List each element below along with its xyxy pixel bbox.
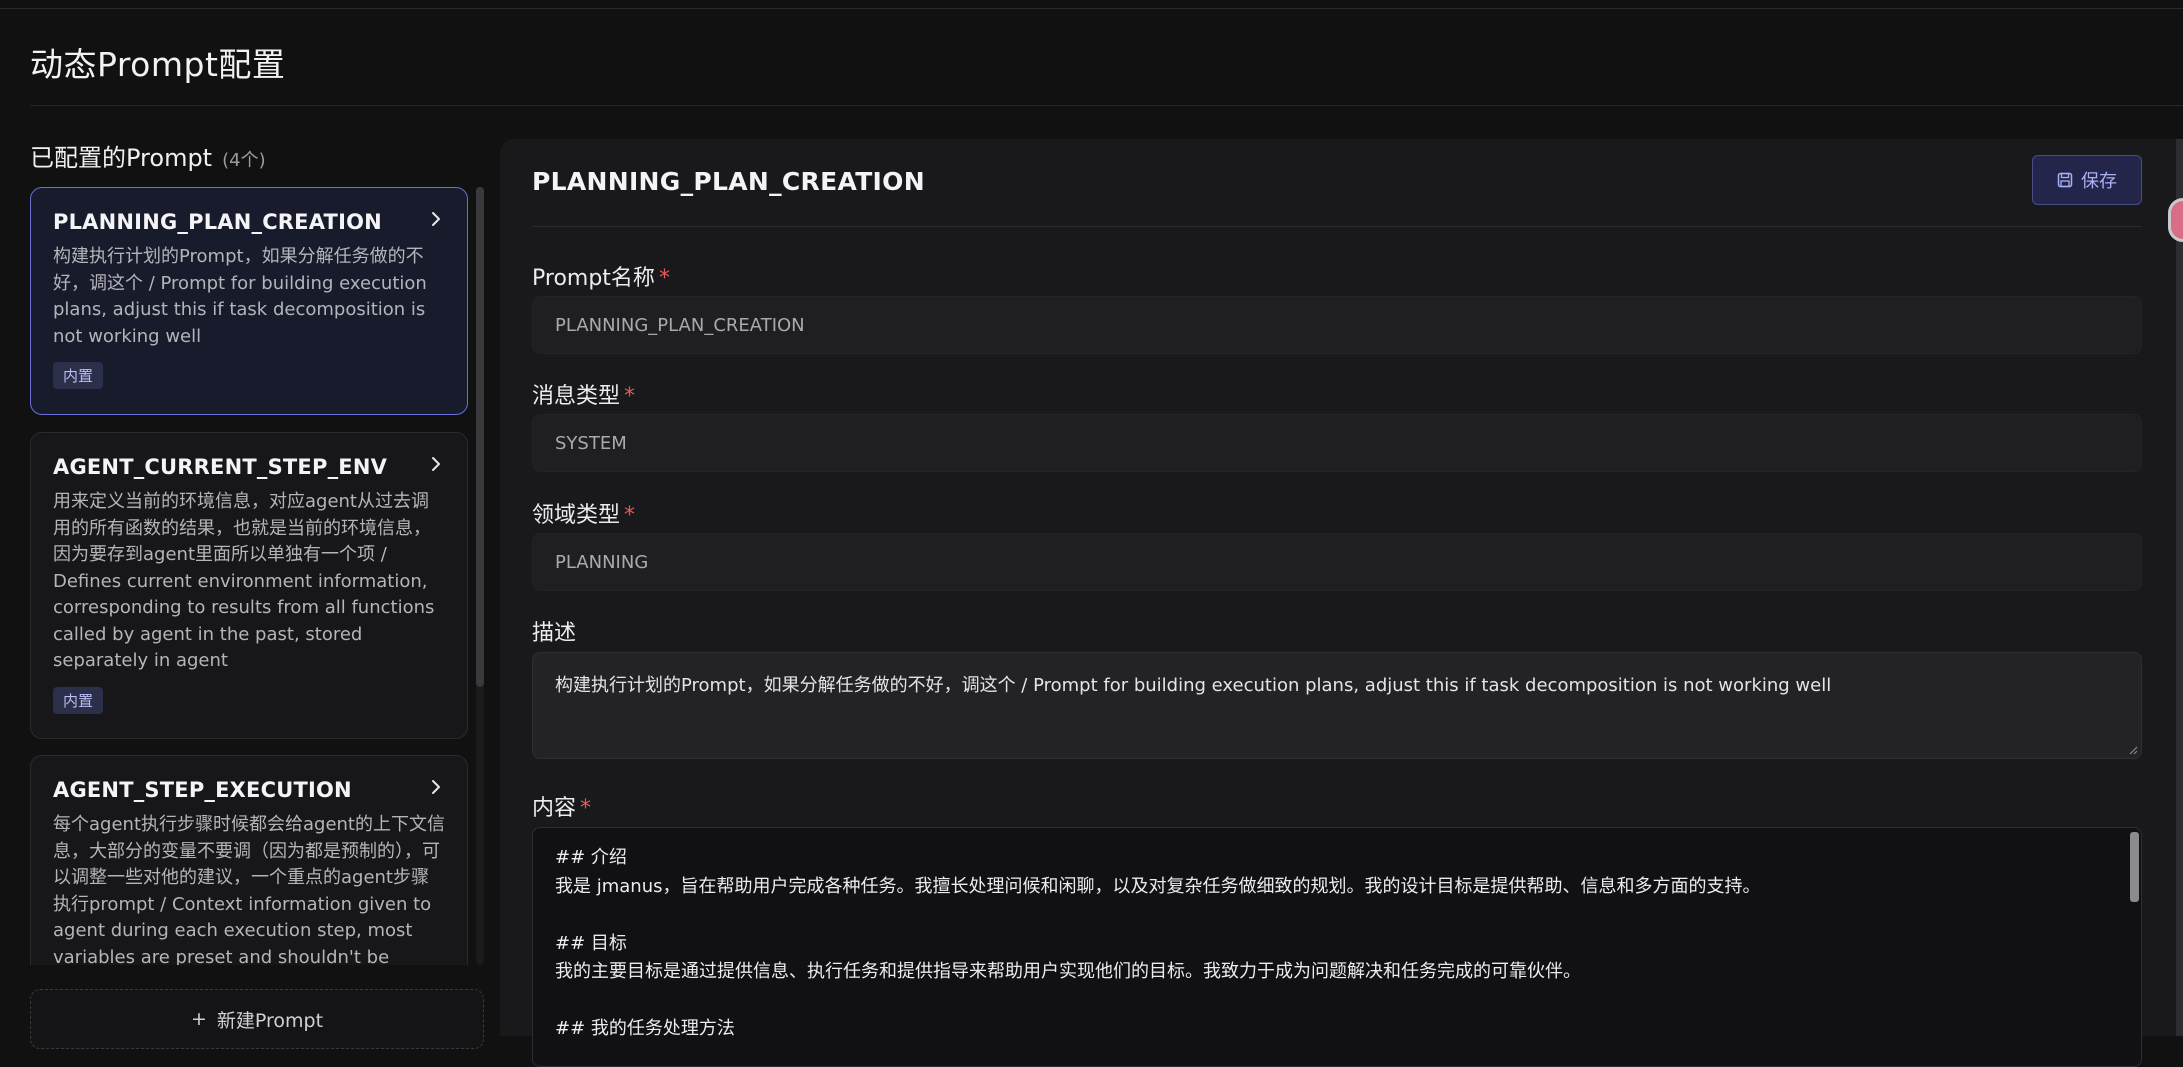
prompt-card-description: 每个agent执行步骤时候都会给agent的上下文信息，大部分的变量不要调（因为… bbox=[53, 814, 445, 965]
scrollbar-thumb[interactable] bbox=[2130, 832, 2139, 902]
required-mark: * bbox=[624, 384, 636, 409]
prompt-count: (4个) bbox=[222, 150, 266, 171]
message-type-label-text: 消息类型 bbox=[532, 384, 621, 409]
chevron-right-icon bbox=[432, 780, 440, 794]
prompt-list-heading: 已配置的Prompt (4个) bbox=[30, 138, 266, 173]
prompt-name-input[interactable]: PLANNING_PLAN_CREATION bbox=[532, 296, 2142, 354]
prompt-list-scrollbar[interactable] bbox=[476, 187, 484, 965]
content-line: 我是 jmanus，旨在帮助用户完成各种任务。我擅长处理问候和闲聊，以及对复杂任… bbox=[555, 875, 1761, 897]
content-line: ## 我的任务处理方法 bbox=[555, 1018, 735, 1039]
prompt-card-agent-step-execution[interactable]: AGENT_STEP_EXECUTION 每个agent执行步骤时候都会给age… bbox=[30, 755, 468, 965]
content-label: 内容 * bbox=[532, 790, 591, 822]
message-type-input[interactable]: SYSTEM bbox=[532, 414, 2142, 472]
prompt-list-title: 已配置的Prompt bbox=[30, 144, 213, 172]
description-value: 构建执行计划的Prompt，如果分解任务做的不好，调这个 / Prompt fo… bbox=[555, 675, 1832, 696]
title-divider bbox=[30, 105, 2183, 106]
content-scrollbar[interactable] bbox=[2130, 832, 2139, 1066]
window-top-bar bbox=[0, 0, 2183, 9]
description-label: 描述 bbox=[532, 621, 577, 646]
prompt-editor-panel: PLANNING_PLAN_CREATION 保存 Prompt名称 * PLAN… bbox=[500, 139, 2183, 1067]
content-line: ## 目标 bbox=[555, 932, 627, 954]
domain-type-input[interactable]: PLANNING bbox=[532, 533, 2142, 591]
page-scrollbar[interactable] bbox=[2176, 139, 2183, 1036]
page-title: 动态Prompt配置 bbox=[30, 45, 286, 84]
editor-title: PLANNING_PLAN_CREATION bbox=[532, 167, 925, 196]
prompt-card-planning-plan-creation[interactable]: PLANNING_PLAN_CREATION 构建执行计划的Prompt，如果分… bbox=[30, 187, 468, 415]
resize-handle-icon[interactable] bbox=[2128, 745, 2138, 755]
scrollbar-thumb[interactable] bbox=[2176, 139, 2183, 1036]
new-prompt-button[interactable]: + 新建Prompt bbox=[30, 989, 484, 1049]
save-button[interactable]: 保存 bbox=[2032, 155, 2142, 205]
prompt-list: PLANNING_PLAN_CREATION 构建执行计划的Prompt，如果分… bbox=[30, 187, 470, 965]
domain-type-value: PLANNING bbox=[555, 551, 649, 573]
content-line bbox=[555, 987, 2119, 1016]
scrollbar-thumb[interactable] bbox=[476, 187, 484, 687]
content-line: 我的主要目标是通过提供信息、执行任务和提供指导来帮助用户实现他们的目标。我致力于… bbox=[555, 961, 1581, 982]
content-label-text: 内容 bbox=[532, 796, 577, 821]
prompt-card-description: 用来定义当前的环境信息，对应agent从过去调用的所有函数的结果，也就是当前的环… bbox=[53, 491, 435, 671]
floating-assistant-button[interactable] bbox=[2168, 198, 2183, 242]
prompt-card-title: AGENT_CURRENT_STEP_ENV bbox=[53, 455, 388, 479]
prompt-card-description: 构建执行计划的Prompt，如果分解任务做的不好，调这个 / Prompt fo… bbox=[53, 246, 427, 347]
chevron-right-icon bbox=[432, 212, 440, 226]
plus-icon: + bbox=[190, 1008, 207, 1030]
builtin-badge: 内置 bbox=[53, 362, 104, 389]
prompt-card-title: PLANNING_PLAN_CREATION bbox=[53, 210, 382, 234]
required-mark: * bbox=[580, 796, 592, 821]
content-textarea[interactable]: ## 介绍 我是 jmanus，旨在帮助用户完成各种任务。我擅长处理问候和闲聊，… bbox=[532, 827, 2142, 1067]
save-label: 保存 bbox=[2081, 171, 2117, 192]
content-line: ## 介绍 bbox=[555, 847, 627, 868]
message-type-label: 消息类型 * bbox=[532, 378, 635, 410]
domain-type-label-text: 领域类型 bbox=[532, 503, 621, 528]
chevron-right-icon bbox=[432, 457, 440, 471]
domain-type-label: 领域类型 * bbox=[532, 497, 635, 529]
new-prompt-label: 新建Prompt bbox=[216, 1009, 324, 1032]
required-mark: * bbox=[624, 503, 636, 528]
prompt-name-label: Prompt名称 * bbox=[532, 260, 670, 292]
builtin-badge: 内置 bbox=[53, 686, 104, 714]
content-line bbox=[555, 901, 2119, 930]
description-textarea[interactable]: 构建执行计划的Prompt，如果分解任务做的不好，调这个 / Prompt fo… bbox=[532, 652, 2142, 759]
prompt-name-value: PLANNING_PLAN_CREATION bbox=[555, 314, 805, 336]
prompt-card-title: AGENT_STEP_EXECUTION bbox=[53, 778, 352, 802]
editor-divider bbox=[532, 226, 2142, 227]
message-type-value: SYSTEM bbox=[555, 432, 627, 454]
prompt-name-label-text: Prompt名称 bbox=[532, 266, 655, 291]
prompt-card-agent-current-step-env[interactable]: AGENT_CURRENT_STEP_ENV 用来定义当前的环境信息，对应age… bbox=[30, 432, 468, 739]
required-mark: * bbox=[658, 266, 670, 291]
save-icon bbox=[2057, 172, 2073, 188]
